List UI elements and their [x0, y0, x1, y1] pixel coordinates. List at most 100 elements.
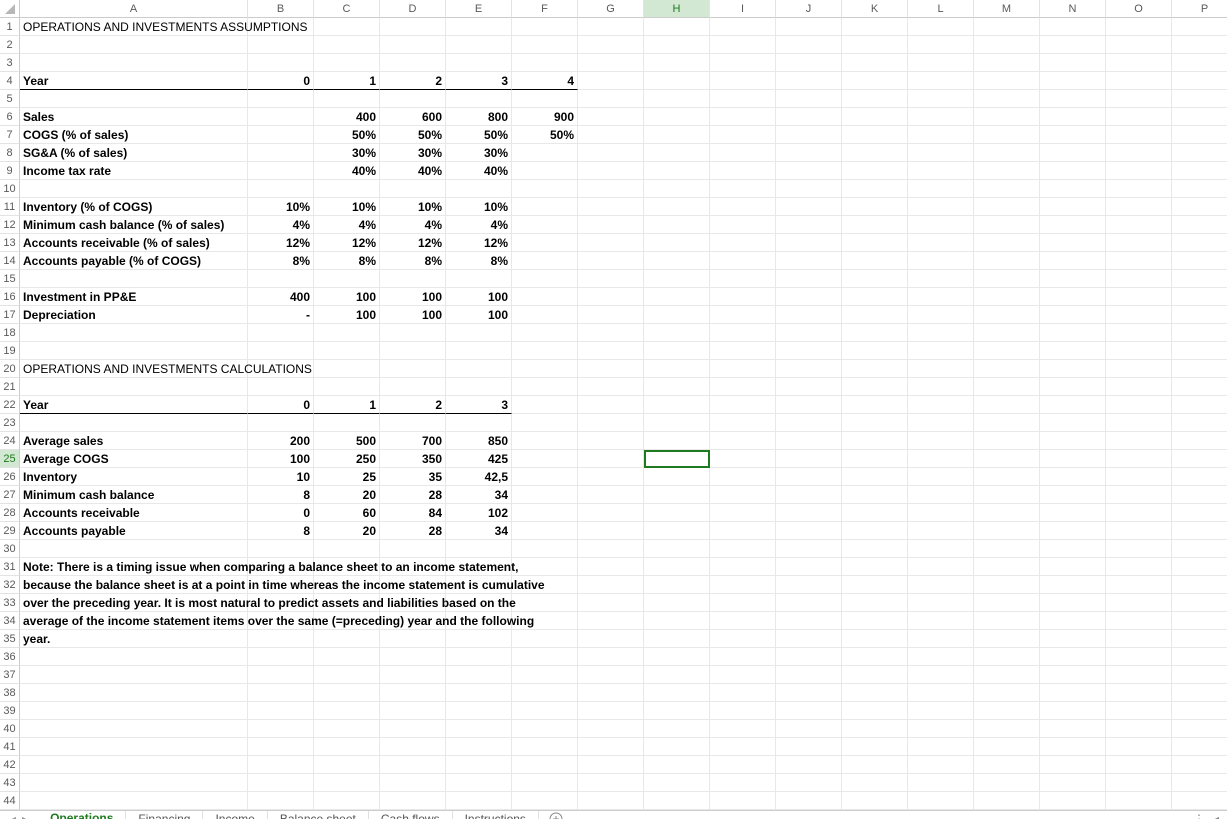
cell-K1[interactable] — [842, 18, 908, 36]
cell-J20[interactable] — [776, 360, 842, 378]
cell-I43[interactable] — [710, 774, 776, 792]
cell-D40[interactable] — [380, 720, 446, 738]
cell-M33[interactable] — [974, 594, 1040, 612]
row-header-9[interactable]: 9 — [0, 162, 20, 180]
cell-N34[interactable] — [1040, 612, 1106, 630]
tab-options-icon[interactable]: ⋮ — [1193, 812, 1205, 819]
cell-O40[interactable] — [1106, 720, 1172, 738]
cell-P23[interactable] — [1172, 414, 1227, 432]
row-header-29[interactable]: 29 — [0, 522, 20, 540]
cell-A18[interactable] — [20, 324, 248, 342]
cell-N41[interactable] — [1040, 738, 1106, 756]
cell-E15[interactable] — [446, 270, 512, 288]
cell-A42[interactable] — [20, 756, 248, 774]
cell-I33[interactable] — [710, 594, 776, 612]
cell-B17[interactable]: - — [248, 306, 314, 324]
cell-H2[interactable] — [644, 36, 710, 54]
cell-J10[interactable] — [776, 180, 842, 198]
cell-F37[interactable] — [512, 666, 578, 684]
cell-M27[interactable] — [974, 486, 1040, 504]
cell-H39[interactable] — [644, 702, 710, 720]
cell-M14[interactable] — [974, 252, 1040, 270]
cell-B25[interactable]: 100 — [248, 450, 314, 468]
cell-A8[interactable]: SG&A (% of sales) — [20, 144, 248, 162]
cell-L3[interactable] — [908, 54, 974, 72]
cell-C6[interactable]: 400 — [314, 108, 380, 126]
cell-N14[interactable] — [1040, 252, 1106, 270]
col-header-M[interactable]: M — [974, 0, 1040, 18]
cell-N15[interactable] — [1040, 270, 1106, 288]
cell-L28[interactable] — [908, 504, 974, 522]
cell-P14[interactable] — [1172, 252, 1227, 270]
cell-I18[interactable] — [710, 324, 776, 342]
cell-B18[interactable] — [248, 324, 314, 342]
cell-G15[interactable] — [578, 270, 644, 288]
cell-C42[interactable] — [314, 756, 380, 774]
cell-F19[interactable] — [512, 342, 578, 360]
cell-P41[interactable] — [1172, 738, 1227, 756]
cell-N20[interactable] — [1040, 360, 1106, 378]
cell-C5[interactable] — [314, 90, 380, 108]
col-header-H[interactable]: H — [644, 0, 710, 18]
cell-N19[interactable] — [1040, 342, 1106, 360]
cell-C27[interactable]: 20 — [314, 486, 380, 504]
cell-M37[interactable] — [974, 666, 1040, 684]
cell-H3[interactable] — [644, 54, 710, 72]
cell-I21[interactable] — [710, 378, 776, 396]
cell-E23[interactable] — [446, 414, 512, 432]
cell-M1[interactable] — [974, 18, 1040, 36]
cell-O12[interactable] — [1106, 216, 1172, 234]
cell-H20[interactable] — [644, 360, 710, 378]
cell-D23[interactable] — [380, 414, 446, 432]
cell-E26[interactable]: 42,5 — [446, 468, 512, 486]
row-header-16[interactable]: 16 — [0, 288, 20, 306]
cell-M2[interactable] — [974, 36, 1040, 54]
col-header-F[interactable]: F — [512, 0, 578, 18]
cell-I2[interactable] — [710, 36, 776, 54]
cell-I15[interactable] — [710, 270, 776, 288]
cell-O41[interactable] — [1106, 738, 1172, 756]
cell-P42[interactable] — [1172, 756, 1227, 774]
cell-N22[interactable] — [1040, 396, 1106, 414]
cell-C37[interactable] — [314, 666, 380, 684]
row-header-27[interactable]: 27 — [0, 486, 20, 504]
cell-A22[interactable]: Year — [20, 396, 248, 414]
cell-B22[interactable]: 0 — [248, 396, 314, 414]
cell-G21[interactable] — [578, 378, 644, 396]
cell-P3[interactable] — [1172, 54, 1227, 72]
cell-J7[interactable] — [776, 126, 842, 144]
cell-O13[interactable] — [1106, 234, 1172, 252]
col-header-N[interactable]: N — [1040, 0, 1106, 18]
cell-O2[interactable] — [1106, 36, 1172, 54]
cell-G6[interactable] — [578, 108, 644, 126]
row-header-37[interactable]: 37 — [0, 666, 20, 684]
cell-K20[interactable] — [842, 360, 908, 378]
cell-L16[interactable] — [908, 288, 974, 306]
cell-G40[interactable] — [578, 720, 644, 738]
cell-F3[interactable] — [512, 54, 578, 72]
cell-J26[interactable] — [776, 468, 842, 486]
cell-J17[interactable] — [776, 306, 842, 324]
row-header-10[interactable]: 10 — [0, 180, 20, 198]
row-header-20[interactable]: 20 — [0, 360, 20, 378]
cell-A2[interactable] — [20, 36, 248, 54]
cell-N3[interactable] — [1040, 54, 1106, 72]
cell-P8[interactable] — [1172, 144, 1227, 162]
cell-K15[interactable] — [842, 270, 908, 288]
cell-O43[interactable] — [1106, 774, 1172, 792]
cell-F18[interactable] — [512, 324, 578, 342]
cell-I25[interactable] — [710, 450, 776, 468]
cell-I23[interactable] — [710, 414, 776, 432]
cell-F21[interactable] — [512, 378, 578, 396]
cell-B7[interactable] — [248, 126, 314, 144]
cell-G42[interactable] — [578, 756, 644, 774]
cell-L4[interactable] — [908, 72, 974, 90]
cell-K44[interactable] — [842, 792, 908, 810]
cell-J33[interactable] — [776, 594, 842, 612]
cell-F36[interactable] — [512, 648, 578, 666]
cell-C25[interactable]: 250 — [314, 450, 380, 468]
cell-J6[interactable] — [776, 108, 842, 126]
cell-N6[interactable] — [1040, 108, 1106, 126]
row-header-23[interactable]: 23 — [0, 414, 20, 432]
cell-P15[interactable] — [1172, 270, 1227, 288]
